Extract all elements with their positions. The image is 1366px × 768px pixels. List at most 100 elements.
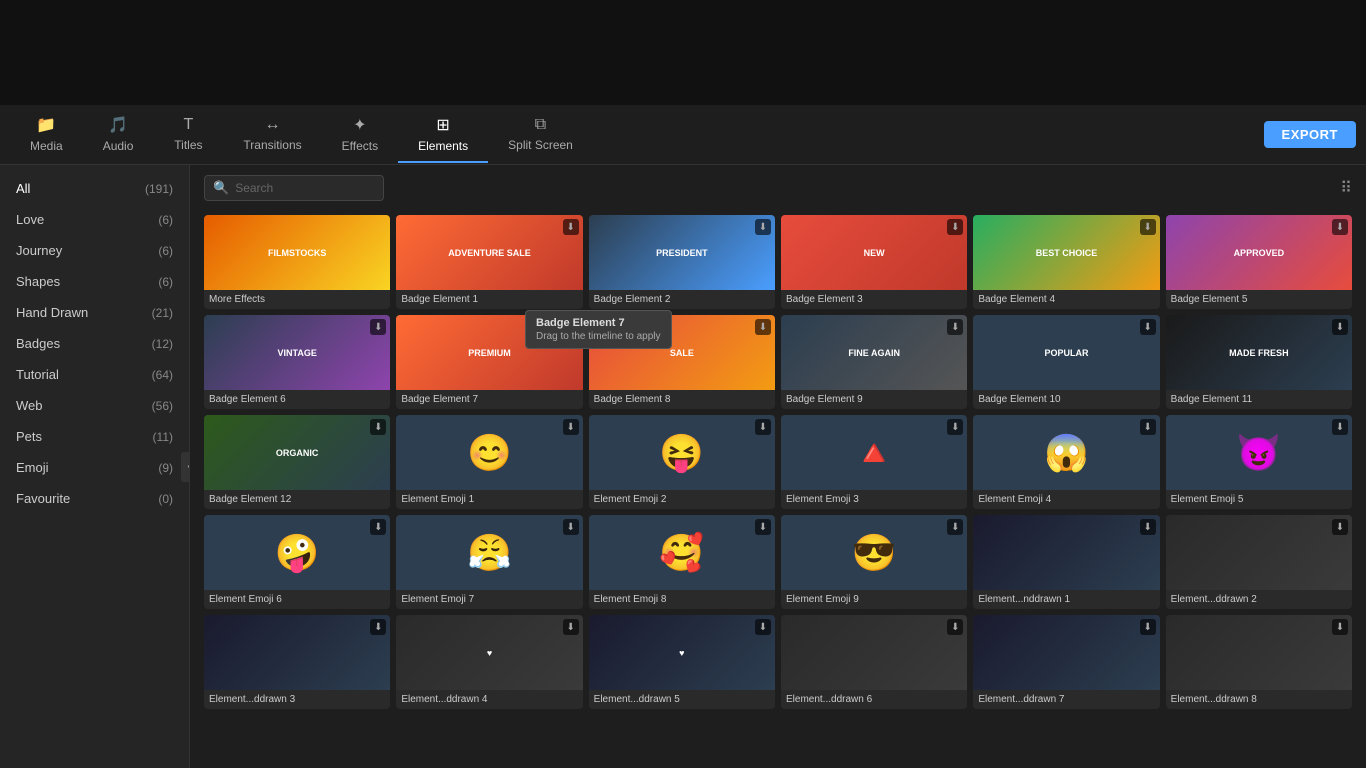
- grid-item-emoji2[interactable]: 😝 ⬇ Element Emoji 2: [589, 415, 775, 509]
- grid-item-handdrawn2[interactable]: ⬇ Element...ddrawn 2: [1166, 515, 1352, 609]
- grid-label: Element...ddrawn 2: [1166, 590, 1352, 609]
- grid-item-emoji4[interactable]: 😱 ⬇ Element Emoji 4: [973, 415, 1159, 509]
- download-badge[interactable]: ⬇: [563, 519, 579, 535]
- grid-item-badge5[interactable]: APPROVED ⬇ Badge Element 5: [1166, 215, 1352, 309]
- tab-elements[interactable]: ⊞ Elements: [398, 107, 488, 163]
- grid-item-handdrawn4[interactable]: ♥ ⬇ Element...ddrawn 4: [396, 615, 582, 709]
- download-badge[interactable]: ⬇: [947, 319, 963, 335]
- grid-label: Element Emoji 7: [396, 590, 582, 609]
- download-badge[interactable]: ⬇: [947, 619, 963, 635]
- download-badge[interactable]: ⬇: [563, 219, 579, 235]
- sidebar-item-label: Tutorial: [16, 367, 59, 382]
- grid-item-badge12[interactable]: ORGANIC ⬇ Badge Element 12: [204, 415, 390, 509]
- grid-item-badge10[interactable]: POPULAR ⬇ Badge Element 10: [973, 315, 1159, 409]
- thumb-text: Best Choice: [1034, 246, 1100, 260]
- download-badge[interactable]: ⬇: [755, 219, 771, 235]
- grid-item-badge8[interactable]: SALE ⬇ Badge Element 8: [589, 315, 775, 409]
- grid-item-badge6[interactable]: VINTAGE ⬇ Badge Element 6: [204, 315, 390, 409]
- grid-label: Badge Element 10: [973, 390, 1159, 409]
- grid-item-handdrawn3[interactable]: ⬇ Element...ddrawn 3: [204, 615, 390, 709]
- download-badge[interactable]: ⬇: [370, 519, 386, 535]
- grid-label: Badge Element 2: [589, 290, 775, 309]
- grid-item-badge9[interactable]: Fine Again ⬇ Badge Element 9: [781, 315, 967, 409]
- tab-icon-effects: ✦: [353, 115, 366, 135]
- search-icon: 🔍: [213, 180, 229, 196]
- sidebar-item-hand-drawn[interactable]: Hand Drawn (21): [0, 297, 189, 328]
- grid-item-badge7[interactable]: Premium ⬇ Badge Element 7: [396, 315, 582, 409]
- download-badge[interactable]: ⬇: [947, 519, 963, 535]
- download-badge[interactable]: ⬇: [1140, 219, 1156, 235]
- download-badge[interactable]: ⬇: [947, 419, 963, 435]
- sidebar-item-shapes[interactable]: Shapes (6): [0, 266, 189, 297]
- grid-thumb: ORGANIC ⬇: [204, 415, 390, 490]
- export-button[interactable]: EXPORT: [1264, 121, 1356, 148]
- top-bar: [0, 0, 1366, 105]
- download-badge[interactable]: ⬇: [755, 619, 771, 635]
- download-badge[interactable]: ⬇: [755, 319, 771, 335]
- sidebar-collapse-handle[interactable]: ‹: [181, 452, 190, 482]
- grid-thumb: MADE FRESH ⬇: [1166, 315, 1352, 390]
- sidebar-item-emoji[interactable]: Emoji (9): [0, 452, 189, 483]
- grid-item-badge1[interactable]: ADVENTURE SALE ⬇ Badge Element 1: [396, 215, 582, 309]
- grid-item-emoji8[interactable]: 🥰 ⬇ Element Emoji 8: [589, 515, 775, 609]
- grid-item-badge11[interactable]: MADE FRESH ⬇ Badge Element 11: [1166, 315, 1352, 409]
- tab-media[interactable]: 📁 Media: [10, 107, 83, 163]
- download-badge[interactable]: ⬇: [1140, 319, 1156, 335]
- grid-item-badge2[interactable]: PRESIDENT ⬇ Badge Element 2: [589, 215, 775, 309]
- grid-item-emoji6[interactable]: 🤪 ⬇ Element Emoji 6: [204, 515, 390, 609]
- grid-item-badge3[interactable]: NEW ⬇ Badge Element 3: [781, 215, 967, 309]
- grid-item-handdrawn1[interactable]: ⬇ Element...nddrawn 1: [973, 515, 1159, 609]
- grid-item-handdrawn5[interactable]: ♥ ⬇ Element...ddrawn 5: [589, 615, 775, 709]
- sidebar-item-label: Pets: [16, 429, 42, 444]
- grid-view-icon[interactable]: ⠿: [1340, 178, 1352, 198]
- search-input[interactable]: [235, 181, 375, 195]
- sidebar-item-journey[interactable]: Journey (6): [0, 235, 189, 266]
- download-badge[interactable]: ⬇: [1332, 319, 1348, 335]
- sidebar-item-favourite[interactable]: Favourite (0): [0, 483, 189, 514]
- grid-item-handdrawn6[interactable]: ⬇ Element...ddrawn 6: [781, 615, 967, 709]
- sidebar-item-all[interactable]: All (191): [0, 173, 189, 204]
- grid-item-handdrawn7[interactable]: ⬇ Element...ddrawn 7: [973, 615, 1159, 709]
- grid-item-more-effects[interactable]: Filmstocks More Effects: [204, 215, 390, 309]
- tab-titles[interactable]: T Titles: [153, 108, 223, 162]
- download-badge[interactable]: ⬇: [755, 419, 771, 435]
- sidebar-item-love[interactable]: Love (6): [0, 204, 189, 235]
- grid-thumb: ⬇: [973, 515, 1159, 590]
- download-badge[interactable]: ⬇: [370, 419, 386, 435]
- download-badge[interactable]: ⬇: [370, 619, 386, 635]
- grid-item-emoji7[interactable]: 😤 ⬇ Element Emoji 7: [396, 515, 582, 609]
- sidebar-item-count: (6): [158, 275, 173, 289]
- grid-item-emoji9[interactable]: 😎 ⬇ Element Emoji 9: [781, 515, 967, 609]
- download-badge[interactable]: ⬇: [1332, 419, 1348, 435]
- grid-label: Badge Element 8: [589, 390, 775, 409]
- download-badge[interactable]: ⬇: [1140, 419, 1156, 435]
- tab-label-audio: Audio: [103, 139, 134, 153]
- download-badge[interactable]: ⬇: [1140, 619, 1156, 635]
- download-badge[interactable]: ⬇: [563, 319, 579, 335]
- download-badge[interactable]: ⬇: [370, 319, 386, 335]
- grid-item-badge4[interactable]: Best Choice ⬇ Badge Element 4: [973, 215, 1159, 309]
- download-badge[interactable]: ⬇: [1332, 619, 1348, 635]
- download-badge[interactable]: ⬇: [755, 519, 771, 535]
- download-badge[interactable]: ⬇: [947, 219, 963, 235]
- sidebar-item-tutorial[interactable]: Tutorial (64): [0, 359, 189, 390]
- grid-thumb: 🥰 ⬇: [589, 515, 775, 590]
- download-badge[interactable]: ⬇: [1332, 219, 1348, 235]
- tab-audio[interactable]: 🎵 Audio: [83, 107, 154, 163]
- grid-thumb: ♥ ⬇: [396, 615, 582, 690]
- sidebar-item-web[interactable]: Web (56): [0, 390, 189, 421]
- download-badge[interactable]: ⬇: [1332, 519, 1348, 535]
- grid-item-emoji3[interactable]: 🔺 ⬇ Element Emoji 3: [781, 415, 967, 509]
- download-badge[interactable]: ⬇: [1140, 519, 1156, 535]
- grid-item-handdrawn8[interactable]: ⬇ Element...ddrawn 8: [1166, 615, 1352, 709]
- grid-label: Element Emoji 9: [781, 590, 967, 609]
- grid-item-emoji5[interactable]: 😈 ⬇ Element Emoji 5: [1166, 415, 1352, 509]
- download-badge[interactable]: ⬇: [563, 419, 579, 435]
- download-badge[interactable]: ⬇: [563, 619, 579, 635]
- sidebar-item-badges[interactable]: Badges (12): [0, 328, 189, 359]
- tab-splitscreen[interactable]: ⧉ Split Screen: [488, 108, 593, 162]
- tab-effects[interactable]: ✦ Effects: [322, 107, 398, 163]
- grid-item-emoji1[interactable]: 😊 ⬇ Element Emoji 1: [396, 415, 582, 509]
- sidebar-item-pets[interactable]: Pets (11): [0, 421, 189, 452]
- tab-transitions[interactable]: ↔ Transitions: [223, 108, 321, 162]
